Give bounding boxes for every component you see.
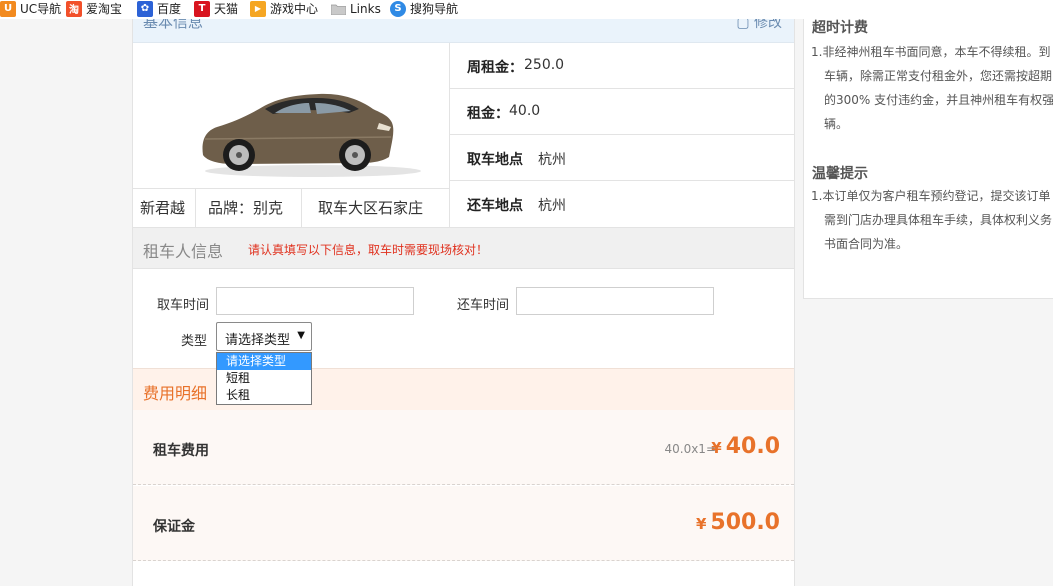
tips-line: 需到门店办理具体租车手续，具体权利义务 bbox=[824, 213, 1053, 227]
fee-details-title: 费用明细 bbox=[143, 384, 208, 403]
type-option[interactable]: 长租 bbox=[217, 387, 311, 404]
dropdown-arrow-icon: ▼ bbox=[297, 330, 305, 341]
deposit-amount: ¥500.0 bbox=[696, 510, 780, 535]
bookmark-uc-nav[interactable]: U UC导航 bbox=[0, 0, 61, 17]
tips-line: 书面合同为准。 bbox=[824, 237, 909, 251]
car-illustration-icon bbox=[202, 93, 421, 177]
rent-label: 租金： bbox=[467, 106, 509, 122]
car-image bbox=[133, 43, 449, 188]
overtime-line: 的300% 支付违约金，并且神州租车有权强 bbox=[824, 93, 1053, 107]
deposit-label: 保证金 bbox=[153, 519, 195, 535]
return-location-row: 还车地点 杭州 bbox=[450, 181, 794, 226]
pickup-location-label: 取车地点 bbox=[467, 152, 523, 168]
type-label: 类型 bbox=[181, 334, 208, 349]
type-select-value: 请选择类型 bbox=[225, 333, 291, 348]
divider bbox=[301, 189, 302, 228]
type-option[interactable]: 短租 bbox=[217, 370, 311, 387]
bookmark-links[interactable]: Links bbox=[330, 0, 381, 17]
overtime-line: 车辆，除需正常支付租金外，您还需按超期 bbox=[824, 69, 1053, 83]
pickup-location-row: 取车地点 杭州 bbox=[450, 135, 794, 181]
bookmark-sogou[interactable]: S 搜狗导航 bbox=[390, 0, 458, 17]
tips-line: 1.本订单仅为客户租车预约登记，提交该订单 bbox=[811, 189, 1051, 203]
tmall-icon: T bbox=[194, 0, 210, 17]
car-brand: 品牌：别克 bbox=[208, 199, 284, 217]
return-time-input[interactable] bbox=[516, 287, 714, 315]
edit-icon: ▢ bbox=[736, 19, 750, 31]
overtime-line: 1.非经神州租车书面同意，本车不得续租。到 bbox=[811, 45, 1051, 59]
pickup-region: 取车大区石家庄 bbox=[318, 199, 424, 217]
rent-row: 租金： 40.0 bbox=[450, 89, 794, 135]
sogou-icon: S bbox=[390, 0, 406, 17]
pickup-location-value: 杭州 bbox=[538, 152, 566, 168]
bookmark-tmall[interactable]: T 天猫 bbox=[194, 0, 238, 17]
type-dropdown-list: 请选择类型 短租 长租 bbox=[216, 352, 312, 405]
baidu-paw-icon: ✿ bbox=[137, 0, 153, 17]
edit-link[interactable]: ▢ 修改 bbox=[736, 19, 782, 32]
bookmark-label: Links bbox=[350, 1, 381, 16]
folder-icon bbox=[330, 1, 346, 17]
overtime-line: 辆。 bbox=[824, 117, 849, 131]
deposit-row: 保证金 ¥500.0 bbox=[133, 486, 794, 561]
weekly-rent-label: 周租金： bbox=[467, 60, 523, 76]
rental-fee-calc: 40.0x1= bbox=[664, 442, 716, 456]
bookmark-ai-taobao[interactable]: 淘 爱淘宝 bbox=[66, 0, 122, 17]
deposit-value: 500.0 bbox=[710, 510, 780, 535]
rental-fee-label: 租车费用 bbox=[153, 443, 209, 459]
bookmark-label: 爱淘宝 bbox=[86, 2, 123, 16]
rental-fee-value: 40.0 bbox=[725, 434, 780, 459]
basic-info-title: 基本信息 bbox=[143, 19, 204, 31]
renter-info-note: 请认真填写以下信息，取车时需要现场核对！ bbox=[248, 243, 489, 257]
divider bbox=[195, 189, 196, 228]
tips-title: 温馨提示 bbox=[812, 166, 868, 182]
pickup-time-label: 取车时间 bbox=[157, 298, 210, 313]
weekly-rent-row: 周租金： 250.0 bbox=[450, 43, 794, 89]
uc-nav-icon: U bbox=[0, 0, 16, 17]
pickup-time-input[interactable] bbox=[216, 287, 414, 315]
renter-info-header: 租车人信息 请认真填写以下信息，取车时需要现场核对！ bbox=[133, 227, 794, 269]
currency-symbol: ¥ bbox=[711, 439, 722, 457]
return-location-value: 杭州 bbox=[538, 198, 566, 214]
type-select[interactable]: 请选择类型 ▼ bbox=[216, 322, 312, 351]
bookmark-label: 游戏中心 bbox=[270, 2, 319, 16]
weekly-rent-value: 250.0 bbox=[524, 57, 565, 73]
bookmark-label: UC导航 bbox=[20, 2, 62, 16]
bookmark-label: 天猫 bbox=[214, 2, 239, 16]
return-location-label: 还车地点 bbox=[467, 198, 523, 214]
bookmarks-bar: U UC导航 淘 爱淘宝 ✿ 百度 T 天猫 ▶ 游戏中心 Links S 搜狗… bbox=[0, 0, 1053, 19]
bookmark-label: 搜狗导航 bbox=[410, 2, 459, 16]
game-center-icon: ▶ bbox=[250, 0, 266, 17]
car-name: 新君越 bbox=[140, 199, 186, 217]
bookmark-label: 百度 bbox=[157, 2, 182, 16]
type-option[interactable]: 请选择类型 bbox=[217, 353, 311, 370]
ai-taobao-icon: 淘 bbox=[66, 0, 82, 17]
currency-symbol: ¥ bbox=[695, 515, 707, 533]
basic-info-header: 基本信息 ▢ 修改 bbox=[133, 19, 794, 43]
rules-sidebar: 超时计费 1.非经神州租车书面同意，本车不得续租。到 车辆，除需正常支付租金外，… bbox=[803, 19, 1053, 299]
car-summary: 新君越 品牌：别克 取车大区石家庄 bbox=[133, 188, 449, 228]
rent-value: 40.0 bbox=[509, 103, 541, 119]
edit-label: 修改 bbox=[754, 19, 782, 31]
bookmark-game-center[interactable]: ▶ 游戏中心 bbox=[250, 0, 318, 17]
renter-info-title: 租车人信息 bbox=[143, 242, 224, 261]
rental-fee-amount: ¥40.0 bbox=[711, 434, 780, 459]
rental-fee-row: 租车费用 40.0x1= ¥40.0 bbox=[133, 410, 794, 485]
bookmark-baidu[interactable]: ✿ 百度 bbox=[137, 0, 181, 17]
return-time-label: 还车时间 bbox=[457, 298, 510, 313]
order-panel: 基本信息 ▢ 修改 新君越 品牌：别克 取车大区石家庄 周租金： 250.0 租… bbox=[132, 19, 795, 586]
overtime-title: 超时计费 bbox=[812, 20, 868, 36]
